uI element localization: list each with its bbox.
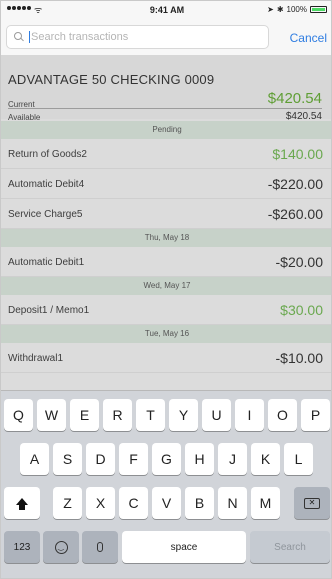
key-w[interactable]: W [37, 399, 66, 431]
key-z[interactable]: Z [53, 487, 82, 519]
key-p[interactable]: P [301, 399, 330, 431]
key-q[interactable]: Q [4, 399, 33, 431]
transaction-name: Withdrawal1 [8, 353, 64, 364]
section-header-date: Thu, May 18 [1, 229, 331, 247]
keyboard-row-1: Q W E R T Y U I O P [1, 399, 331, 431]
transaction-row[interactable]: Automatic Debit4 -$220.00 [1, 169, 331, 199]
section-header-date: Wed, May 17 [1, 277, 331, 295]
key-j[interactable]: J [218, 443, 247, 475]
key-v[interactable]: V [152, 487, 181, 519]
phone-screen: ᯤ 9:41 AM ➤ ✱ 100% Cancel ADVANTAGE 50 C… [0, 0, 332, 579]
status-right: ➤ ✱ 100% [267, 5, 327, 14]
search-icon [14, 32, 24, 42]
space-key[interactable]: space [122, 531, 246, 563]
search-bar: Cancel [1, 19, 331, 55]
key-d[interactable]: D [86, 443, 115, 475]
key-b[interactable]: B [185, 487, 214, 519]
shift-icon [16, 497, 28, 510]
key-a[interactable]: A [20, 443, 49, 475]
transaction-amount: $30.00 [280, 302, 323, 318]
key-u[interactable]: U [202, 399, 231, 431]
key-o[interactable]: O [268, 399, 297, 431]
key-c[interactable]: C [119, 487, 148, 519]
emoji-icon: ‿ [54, 540, 68, 554]
transaction-amount: $140.00 [272, 146, 323, 162]
key-x[interactable]: X [86, 487, 115, 519]
emoji-key[interactable]: ‿ [43, 531, 79, 563]
microphone-key[interactable] [82, 531, 118, 563]
shift-key[interactable] [4, 487, 40, 519]
status-bar: ᯤ 9:41 AM ➤ ✱ 100% [1, 1, 331, 19]
transaction-row[interactable]: Service Charge5 -$260.00 [1, 199, 331, 229]
search-key[interactable]: Search [250, 531, 330, 563]
delete-icon: ✕ [304, 497, 320, 509]
keyboard-row-2: A S D F G H J K L [1, 443, 331, 475]
keyboard: Q W E R T Y U I O P A S D F G H J K L Z [1, 390, 331, 578]
delete-key[interactable]: ✕ [294, 487, 330, 519]
bluetooth-icon: ✱ [276, 5, 284, 14]
keyboard-row-4: 123 ‿ space Search [1, 531, 331, 563]
key-r[interactable]: R [103, 399, 132, 431]
current-balance-label: Current [8, 100, 35, 109]
transaction-row[interactable]: Return of Goods2 $140.00 [1, 139, 331, 169]
key-s[interactable]: S [53, 443, 82, 475]
key-n[interactable]: N [218, 487, 247, 519]
transaction-row[interactable]: Automatic Debit1 -$20.00 [1, 247, 331, 277]
account-summary: ADVANTAGE 50 CHECKING 0009 Current $420.… [1, 55, 331, 122]
transaction-name: Automatic Debit1 [8, 257, 85, 268]
transaction-row[interactable]: Withdrawal1 -$10.00 [1, 343, 331, 373]
current-balance-row: Current $420.54 [8, 90, 322, 109]
section-header-pending: Pending [1, 121, 331, 139]
keyboard-row-3: Z X C V B N M ✕ [1, 487, 331, 519]
transaction-name: Service Charge5 [8, 209, 83, 220]
transaction-name: Automatic Debit4 [8, 179, 85, 190]
key-h[interactable]: H [185, 443, 214, 475]
key-g[interactable]: G [152, 443, 181, 475]
key-y[interactable]: Y [169, 399, 198, 431]
key-k[interactable]: K [251, 443, 280, 475]
transaction-list: Pending Return of Goods2 $140.00 Automat… [1, 121, 331, 373]
key-l[interactable]: L [284, 443, 313, 475]
transaction-amount: -$20.00 [275, 254, 323, 270]
cancel-button[interactable]: Cancel [290, 31, 327, 45]
section-header-date: Tue, May 16 [1, 325, 331, 343]
key-t[interactable]: T [136, 399, 165, 431]
search-field[interactable] [6, 25, 269, 49]
transaction-amount: -$260.00 [267, 206, 323, 222]
microphone-icon [97, 542, 103, 552]
key-f[interactable]: F [119, 443, 148, 475]
key-m[interactable]: M [251, 487, 280, 519]
battery-percent: 100% [286, 5, 307, 14]
transaction-row[interactable]: Deposit1 / Memo1 $30.00 [1, 295, 331, 325]
search-input[interactable] [29, 31, 264, 43]
transaction-amount: -$10.00 [275, 350, 323, 366]
location-icon: ➤ [267, 5, 274, 14]
transaction-name: Deposit1 / Memo1 [8, 305, 90, 316]
numbers-key[interactable]: 123 [4, 531, 40, 563]
transaction-amount: -$220.00 [267, 176, 323, 192]
battery-icon [310, 6, 327, 13]
account-name: ADVANTAGE 50 CHECKING 0009 [8, 72, 215, 87]
key-i[interactable]: I [235, 399, 264, 431]
key-e[interactable]: E [70, 399, 99, 431]
transaction-name: Return of Goods2 [8, 149, 87, 160]
current-balance-value: $420.54 [267, 90, 322, 107]
